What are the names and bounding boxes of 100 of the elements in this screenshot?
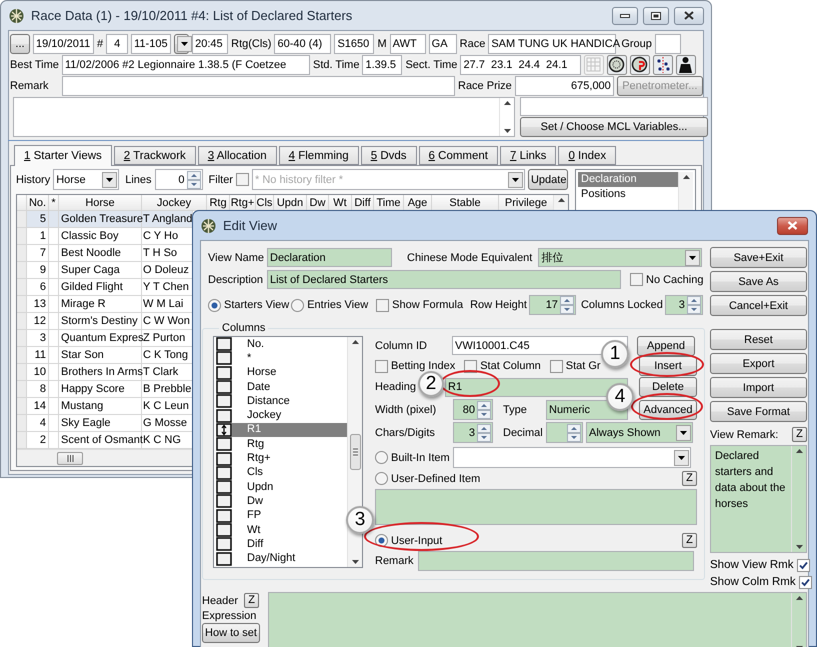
spin-arrows-icon[interactable]: [560, 296, 574, 314]
row-height-spinner[interactable]: 17: [528, 295, 576, 315]
chars-spinner[interactable]: 3: [453, 422, 493, 443]
list-item[interactable]: Diff: [232, 537, 347, 552]
tab[interactable]: 6 Comment: [418, 146, 498, 165]
handle-box-icon[interactable]: [216, 452, 232, 466]
column-header[interactable]: Jockey: [142, 195, 207, 211]
column-header[interactable]: Cls: [256, 195, 274, 211]
column-header[interactable]: Horse: [59, 195, 142, 211]
list-item[interactable]: Date: [232, 380, 347, 394]
column-header[interactable]: Privilege: [499, 195, 553, 211]
mcl-variables-button[interactable]: Set / Choose MCL Variables...: [520, 117, 708, 137]
dotted-chart-icon[interactable]: [653, 55, 674, 75]
spin-arrows-icon[interactable]: [477, 400, 491, 418]
tab[interactable]: 7 Links: [500, 146, 556, 165]
column-header[interactable]: Age: [404, 195, 432, 211]
remark-field[interactable]: [62, 76, 455, 96]
columns-locked-spinner[interactable]: 3: [664, 295, 703, 315]
tab[interactable]: 1 Starter Views: [14, 145, 112, 166]
column-header[interactable]: Stable: [432, 195, 499, 211]
list-item[interactable]: No.: [232, 337, 347, 352]
description-field[interactable]: List of Declared Starters: [267, 270, 621, 289]
handle-box-icon[interactable]: [216, 480, 232, 494]
radio-button[interactable]: [291, 298, 304, 312]
action-button[interactable]: Save Format: [710, 401, 807, 422]
list-item[interactable]: Distance: [232, 394, 347, 408]
action-button[interactable]: Save As: [710, 271, 807, 292]
best-time-field[interactable]: 11/02/2006 #2 Legionnaire 1.38.5 (F Coetzee: [62, 55, 310, 75]
action-button[interactable]: Cancel+Exit: [710, 295, 807, 316]
handle-box-icon[interactable]: [216, 437, 232, 452]
action-button[interactable]: Export: [710, 353, 807, 374]
handle-box-icon[interactable]: [216, 466, 232, 480]
column-header[interactable]: Rtg+: [230, 195, 256, 211]
handle-box-icon[interactable]: [216, 523, 232, 537]
vertical-scrollbar[interactable]: [791, 593, 806, 647]
move-handle-icon[interactable]: [216, 422, 232, 437]
handle-box-icon[interactable]: [216, 394, 232, 408]
column-header[interactable]: Wt: [329, 195, 352, 211]
notes-field[interactable]: [13, 97, 515, 137]
column-header[interactable]: Time: [374, 195, 404, 211]
list-item[interactable]: Jockey: [232, 408, 347, 423]
checkbox[interactable]: [630, 273, 643, 286]
handle-box-icon[interactable]: [216, 508, 232, 523]
handle-box-icon[interactable]: [216, 537, 232, 552]
handle-box-icon[interactable]: [216, 380, 232, 394]
checkbox[interactable]: [798, 576, 812, 588]
track-field[interactable]: AWT: [390, 34, 426, 54]
minimize-button[interactable]: [612, 6, 638, 24]
history-dropdown[interactable]: Horse: [53, 169, 120, 190]
tab[interactable]: 4 Flemming: [278, 146, 359, 165]
zoom-button[interactable]: Z: [792, 427, 807, 442]
column-action-button[interactable]: Insert: [639, 356, 697, 376]
list-item[interactable]: FP: [232, 508, 347, 523]
list-item[interactable]: Dw: [232, 494, 347, 509]
list-item[interactable]: Day/Night: [232, 551, 347, 566]
list-item[interactable]: Updn: [232, 480, 347, 494]
checkbox[interactable]: [236, 173, 249, 186]
list-item[interactable]: Declaration: [578, 172, 678, 187]
zoom-button[interactable]: Z: [244, 593, 260, 608]
checkbox[interactable]: [376, 298, 390, 312]
list-item[interactable]: Rtg: [232, 437, 347, 452]
column-header[interactable]: *: [49, 195, 59, 211]
action-button[interactable]: Reset: [710, 329, 807, 350]
tab[interactable]: 2 Trackwork: [114, 146, 196, 165]
disc-icon[interactable]: [607, 55, 628, 75]
column-action-button[interactable]: Append: [637, 336, 695, 356]
sect-time-field[interactable]: 27.7 23.1 24.4 24.1: [460, 55, 582, 75]
radio-button[interactable]: [375, 472, 388, 485]
date-field[interactable]: 19/10/2011: [33, 34, 94, 54]
distance-field[interactable]: S1650: [334, 34, 374, 54]
handle-box-icon[interactable]: [216, 552, 232, 566]
width-spinner[interactable]: 80: [453, 399, 493, 420]
mcl-field[interactable]: [520, 97, 708, 116]
remark-field[interactable]: [418, 551, 694, 571]
maximize-button[interactable]: [643, 6, 669, 24]
list-item[interactable]: Cls: [232, 466, 347, 480]
zoom-button[interactable]: Z: [682, 471, 697, 486]
group-field[interactable]: [654, 34, 681, 54]
spin-arrows-icon[interactable]: [567, 424, 581, 442]
close-button[interactable]: [777, 216, 808, 234]
table-row[interactable]: 5 Golden TreasureT Angland: [17, 211, 193, 228]
list-item[interactable]: Horse: [232, 366, 347, 380]
action-button[interactable]: Save+Exit: [710, 247, 807, 268]
list-item[interactable]: Rtg+: [232, 451, 347, 466]
person-icon[interactable]: [676, 55, 696, 75]
view-name-field[interactable]: Declaration: [267, 248, 392, 267]
column-header[interactable]: Rtg: [207, 195, 230, 211]
vertical-scrollbar[interactable]: [791, 446, 806, 552]
tab[interactable]: 5 Dvds: [360, 146, 417, 165]
rating-field[interactable]: 60-40 (4): [274, 34, 332, 54]
chinese-mode-dropdown[interactable]: 排位: [538, 248, 702, 267]
handle-box-icon[interactable]: [216, 408, 232, 423]
race-prize-field[interactable]: 675,000: [514, 76, 614, 96]
checkbox[interactable]: [796, 558, 810, 572]
lines-spinner[interactable]: 0: [154, 169, 203, 190]
spin-arrows-icon[interactable]: [186, 170, 201, 188]
tab[interactable]: 3 Allocation: [198, 146, 277, 165]
column-header[interactable]: Diff: [352, 195, 374, 211]
tab[interactable]: 0 Index: [558, 146, 616, 165]
column-header[interactable]: Updn: [274, 195, 307, 211]
